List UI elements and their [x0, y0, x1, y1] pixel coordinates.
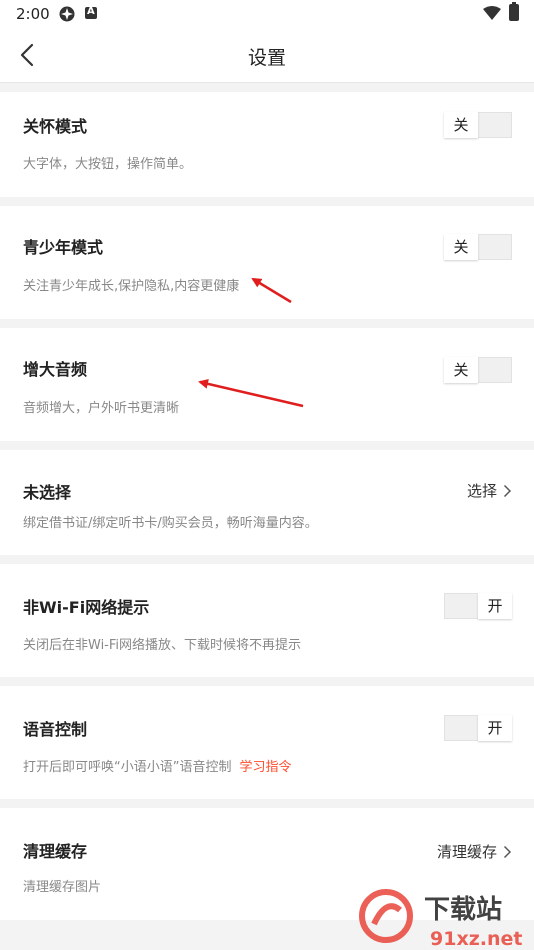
site-watermark-logo: 下载站 91xz.net [359, 889, 522, 950]
teen-mode-toggle[interactable]: 关 [444, 234, 512, 260]
setting-description: 大字体，大按钮，操作简单。 [23, 157, 193, 172]
toggle-label: 关 [444, 112, 478, 138]
app-a-icon [85, 6, 97, 19]
voice-control-description: 打开后即可呼唤“小语小语”语音控制 [23, 760, 232, 775]
chevron-right-icon [503, 484, 512, 497]
setting-card-non-wifi-prompt: 非Wi-Fi网络提示 关闭后在非Wi-Fi网络播放、下载时候将不再提示 开 [0, 564, 534, 677]
select-label: 选择 [466, 482, 497, 500]
top-bar: 设置 [0, 28, 534, 83]
setting-title: 未选择 [23, 483, 72, 502]
clear-cache-label: 清理缓存 [436, 843, 497, 861]
toggle-label: 关 [444, 234, 478, 260]
setting-description: 关注青少年成长,保护隐私,内容更健康 [23, 279, 240, 294]
setting-description: 绑定借书证/绑定听书卡/购买会员，畅听海量内容。 [23, 516, 318, 531]
wifi-icon [483, 6, 501, 20]
setting-description: 打开后即可呼唤“小语小语”语音控制 学习指令 [23, 756, 292, 775]
app-notification-icon [59, 6, 75, 22]
watermark-url: 91xz.net [430, 928, 522, 950]
voice-control-toggle[interactable]: 开 [444, 715, 512, 741]
setting-card-library-card[interactable]: 未选择 绑定借书证/绑定听书卡/购买会员，畅听海量内容。 选择 [0, 450, 534, 555]
setting-card-voice-control: 语音控制 打开后即可呼唤“小语小语”语音控制 学习指令 开 [0, 686, 534, 799]
setting-title: 青少年模式 [23, 238, 104, 257]
setting-description: 音频增大，户外听书更清晰 [23, 401, 180, 416]
page-title: 设置 [247, 47, 286, 69]
setting-description: 关闭后在非Wi-Fi网络播放、下载时候将不再提示 [23, 638, 302, 653]
setting-title: 语音控制 [23, 720, 88, 739]
non-wifi-prompt-toggle[interactable]: 开 [444, 593, 512, 619]
setting-card-boost-audio: 增大音频 音频增大，户外听书更清晰 关 [0, 328, 534, 441]
toggle-label: 关 [444, 357, 478, 383]
select-action[interactable]: 选择 [467, 480, 512, 501]
setting-title: 关怀模式 [23, 117, 88, 136]
setting-title: 增大音频 [23, 360, 88, 379]
toggle-label: 开 [478, 593, 512, 619]
learn-commands-link[interactable]: 学习指令 [239, 760, 291, 775]
setting-title: 非Wi-Fi网络提示 [23, 598, 150, 617]
status-time: 2:00 [16, 5, 50, 23]
toggle-label: 开 [478, 715, 512, 741]
watermark-text: 下载站 [424, 895, 502, 925]
chevron-right-icon [503, 845, 512, 858]
status-bar: 2:00 [0, 0, 534, 28]
clear-cache-action[interactable]: 清理缓存 [437, 841, 512, 862]
battery-icon [509, 2, 519, 21]
setting-card-care-mode: 关怀模式 大字体，大按钮，操作简单。 关 [0, 92, 534, 197]
care-mode-toggle[interactable]: 关 [444, 112, 512, 138]
setting-title: 清理缓存 [23, 842, 88, 861]
boost-audio-toggle[interactable]: 关 [444, 357, 512, 383]
setting-description: 清理缓存图片 [23, 880, 102, 895]
setting-card-teen-mode: 青少年模式 关注青少年成长,保护隐私,内容更健康 关 [0, 206, 534, 319]
